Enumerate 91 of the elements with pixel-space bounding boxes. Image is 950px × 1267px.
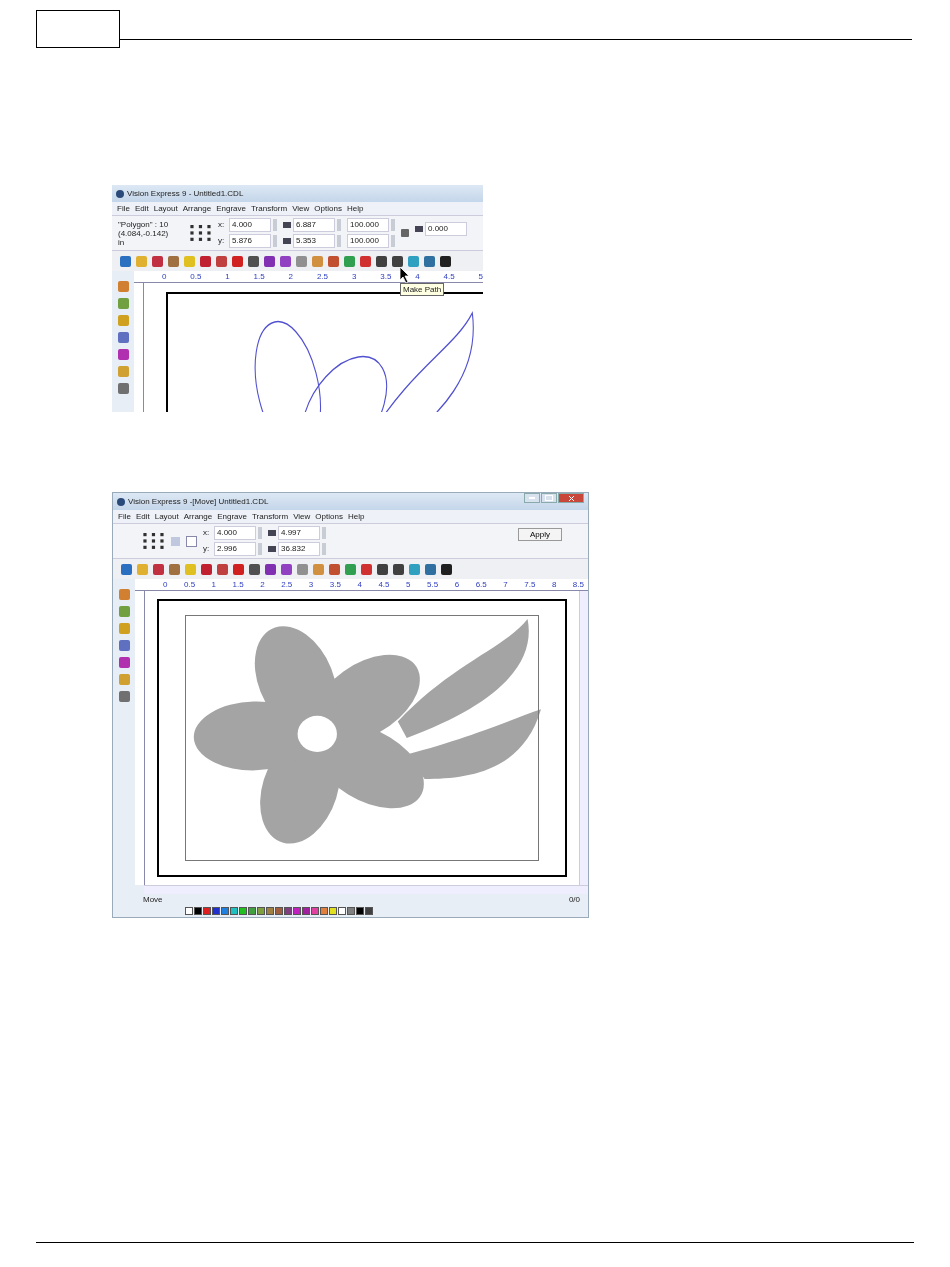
number-field[interactable]: 4.000 [229,218,271,232]
menu-item[interactable]: File [117,204,130,213]
ruler-label: 2.5 [316,271,329,282]
window-title: Vision Express 9 - Untitled1.CDL [127,189,244,198]
ruler-label: 4.5 [378,579,390,590]
menu-item[interactable]: Edit [135,512,150,521]
ruler-label: 0 [163,579,168,590]
anchor-grid-icon[interactable] [143,532,165,550]
ruler-label: 7.5 [524,579,536,590]
close-button[interactable] [558,493,584,503]
object-info-text: "Polygon" : 10 [118,219,170,229]
number-field[interactable]: 5.353 [293,234,335,248]
field-label: x: [218,220,226,230]
window-title: Vision Express 9 -[Move] Untitled1.CDL [128,497,269,506]
maximize-button[interactable] [541,493,557,503]
menu-item[interactable]: File [118,512,131,521]
menu-item[interactable]: Arrange [183,512,213,521]
ruler-label: 5 [478,271,483,282]
menu-item[interactable]: Edit [134,204,149,213]
object-info-text: in [118,237,125,247]
tool-icon[interactable] [264,255,275,267]
page-count: 0/0 [568,894,580,905]
ruler-label: 1.5 [232,579,244,590]
menu-item[interactable]: Layout [153,204,178,213]
ruler-label: 3 [308,579,314,590]
menu-item[interactable]: Layout [154,512,179,521]
object-info-text: (4.084,-0.142) [118,228,170,238]
field-label: x: [203,528,211,538]
ruler-label: 2 [288,271,294,282]
menu-item[interactable]: Help [346,204,364,213]
menu-item[interactable]: Engrave [216,204,246,213]
menu-item[interactable]: View [293,512,311,521]
app-logo-icon [117,497,125,506]
number-field[interactable]: 2.996 [214,542,256,556]
tool-icon[interactable] [392,255,403,267]
ruler-label: 7 [503,579,508,590]
number-field[interactable]: 100.000 [347,234,389,248]
menu-item[interactable]: Engrave [217,512,247,521]
menu-item[interactable]: Transform [252,512,289,521]
ruler-label: 5 [406,579,411,590]
menu-item[interactable]: Arrange [182,204,212,213]
ruler-label: 4 [415,271,420,282]
app-logo-icon [116,189,124,198]
ruler-label: 3.5 [380,271,392,282]
ruler-label: 2 [260,579,265,590]
ruler-label: 6 [454,579,460,590]
number-field[interactable]: 6.887 [293,218,335,232]
number-field[interactable]: 100.000 [347,218,389,232]
ruler-label: 3 [351,271,357,282]
ruler-label: 0 [162,271,167,282]
tool-icon[interactable] [376,255,387,267]
ruler-label: 8 [551,579,557,590]
menu-item[interactable]: Options [315,512,343,521]
horizontal-scrollbar[interactable] [144,885,588,894]
menu-item[interactable]: Transform [251,204,288,213]
ruler-label: 0.5 [183,579,196,590]
ruler-label: 5.5 [427,579,439,590]
ruler-label: 4 [357,579,362,590]
number-field[interactable]: 5.876 [229,234,271,248]
menu-item[interactable]: Options [314,204,342,213]
menu-item[interactable]: Help [347,512,365,521]
field-label: y: [203,544,211,554]
ruler-label: 1.5 [253,271,265,282]
vertical-scrollbar[interactable] [579,591,588,885]
ruler-label: 2.5 [281,579,293,590]
tool-icon[interactable] [249,563,260,575]
tooltip: Make Path [400,283,445,296]
ruler-label: 4.5 [443,271,455,282]
apply-button[interactable]: Apply [518,528,562,541]
ruler-label: 6.5 [475,579,487,590]
number-field[interactable]: 4.000 [214,526,256,540]
status-text: Move [143,894,163,905]
ruler-label: 3.5 [329,579,341,590]
number-field[interactable]: 4.997 [278,526,320,540]
tool-icon[interactable] [377,563,388,575]
ruler-label: 1 [211,579,217,590]
minimize-button[interactable] [524,493,540,503]
ruler-label: 8.5 [572,579,584,590]
menu-item[interactable]: View [292,204,310,213]
field-label: y: [218,236,226,246]
tool-icon[interactable] [441,563,452,575]
anchor-grid-icon[interactable] [190,224,212,242]
ruler-label: 1 [225,271,230,282]
tool-icon[interactable] [393,563,404,575]
absolute-mode-icon[interactable] [186,535,197,547]
number-field[interactable]: 36.832 [278,542,320,556]
number-field[interactable]: 0.000 [425,222,467,236]
tool-icon[interactable] [248,255,259,267]
ruler-label: 0.5 [190,271,202,282]
tool-icon[interactable] [265,563,276,575]
tool-icon[interactable] [440,255,451,267]
